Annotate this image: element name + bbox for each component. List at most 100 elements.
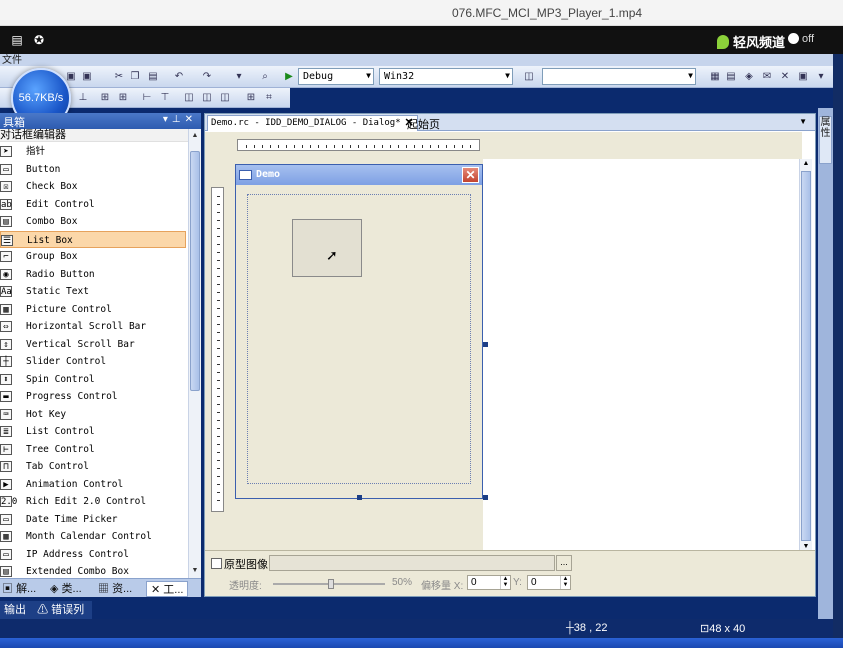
solution-explorer-icon[interactable]: ▦ bbox=[708, 70, 722, 84]
toolbox-item[interactable]: ☰ List Box bbox=[0, 230, 186, 248]
menu-fragment[interactable]: 文件 bbox=[2, 54, 22, 66]
overflow-icon[interactable]: ▾ bbox=[814, 70, 828, 84]
offset-x-spinner[interactable]: 0 ▲ ▼ bbox=[467, 575, 511, 590]
browse-button[interactable]: ... bbox=[556, 555, 572, 571]
same-width-icon[interactable]: ◫ bbox=[182, 91, 196, 105]
scroll-up-icon[interactable]: ▲ bbox=[801, 159, 811, 169]
close-icon[interactable]: ✕ bbox=[185, 114, 197, 125]
config-select[interactable]: Debug ▼ bbox=[298, 68, 374, 85]
space-across-icon[interactable]: ⊢ bbox=[140, 91, 154, 105]
toolbox-item[interactable]: ⇕ Vertical Scroll Bar bbox=[0, 336, 186, 353]
start-page-icon[interactable]: ▣ bbox=[796, 70, 810, 84]
toolbox-item[interactable]: ⇔ Horizontal Scroll Bar bbox=[0, 318, 186, 335]
tab-output[interactable]: 输出 bbox=[4, 604, 26, 616]
light-toggle[interactable]: off bbox=[788, 33, 814, 45]
toolbox-item[interactable]: ◉ Radio Button bbox=[0, 266, 186, 283]
ruler-tick bbox=[217, 316, 220, 317]
tab-start-page[interactable]: 起始页 bbox=[407, 116, 440, 132]
tab-demo-dialog[interactable]: Demo.rc - IDD_DEMO_DIALOG - Dialog* ✕ bbox=[207, 115, 418, 131]
tab-class[interactable]: ◈ 类... bbox=[50, 581, 82, 597]
toolbox-scrollbar[interactable]: ▲ ▼ bbox=[188, 129, 201, 578]
resize-handle-right[interactable] bbox=[483, 342, 488, 347]
slider-knob[interactable] bbox=[328, 579, 334, 589]
toolbox-item[interactable]: ▭ Date Time Picker bbox=[0, 511, 186, 528]
offset-y-spinner[interactable]: 0 ▲ ▼ bbox=[527, 575, 571, 590]
vertical-ruler[interactable] bbox=[211, 187, 224, 512]
pin-icon[interactable]: ⊥ bbox=[172, 114, 185, 125]
paste-icon[interactable]: ▤ bbox=[146, 70, 160, 84]
toolbox-item[interactable]: ┼ Slider Control bbox=[0, 353, 186, 370]
transparency-slider[interactable] bbox=[273, 579, 385, 589]
center-vertical-icon[interactable]: ⊞ bbox=[98, 91, 112, 105]
toolbox-item[interactable]: ⌐ Group Box bbox=[0, 248, 186, 265]
cut-icon[interactable]: ✂ bbox=[112, 70, 126, 84]
scroll-thumb[interactable] bbox=[801, 171, 811, 541]
tab-properties[interactable]: 属性 bbox=[819, 116, 832, 164]
object-browser-icon[interactable]: ◈ bbox=[742, 70, 756, 84]
tools-icon[interactable]: ✕ bbox=[778, 70, 792, 84]
find-combo[interactable]: ▼ bbox=[542, 68, 696, 85]
scroll-down-icon[interactable]: ▼ bbox=[190, 566, 200, 576]
resize-handle-corner[interactable] bbox=[483, 495, 488, 500]
tab-toolbox[interactable]: ✕ 工... bbox=[146, 581, 189, 597]
toolbox-item[interactable]: ▶ Animation Control bbox=[0, 476, 186, 493]
toolbox-item[interactable]: ▬ Progress Control bbox=[0, 388, 186, 405]
toolbox-item[interactable]: ab Edit Control bbox=[0, 196, 186, 213]
align-bottom-icon[interactable]: ⊥ bbox=[76, 91, 90, 105]
find-icon[interactable]: ⌕ bbox=[258, 70, 272, 84]
space-down-icon[interactable]: ⊤ bbox=[158, 91, 172, 105]
copy-icon[interactable]: ❐ bbox=[128, 70, 142, 84]
save-all-icon[interactable]: ▣ bbox=[80, 70, 94, 84]
navigate-icon[interactable]: ▾ bbox=[232, 70, 246, 84]
tab-list-icon[interactable]: ▼ bbox=[799, 117, 807, 126]
toolbox-item[interactable]: ☒ Check Box bbox=[0, 178, 186, 195]
start-debug-icon[interactable]: ▶ bbox=[282, 70, 296, 84]
prototype-image-path[interactable] bbox=[269, 555, 555, 571]
scroll-up-icon[interactable]: ▲ bbox=[190, 131, 200, 141]
dialog-title-bar[interactable]: Demo bbox=[236, 165, 482, 185]
toolbox-item[interactable]: ➤ 指针 bbox=[0, 143, 186, 160]
toolbox-item[interactable]: ▤ Combo Box bbox=[0, 213, 186, 230]
spin-arrows-icon[interactable]: ▲ ▼ bbox=[560, 576, 570, 589]
prototype-image-checkbox[interactable] bbox=[211, 558, 222, 569]
toggle-grid-icon[interactable]: ⊞ bbox=[244, 91, 258, 105]
resize-handle-bottom[interactable] bbox=[357, 495, 362, 500]
design-surface[interactable]: Demo ✕ ➚ bbox=[205, 132, 802, 551]
toolbox-item[interactable]: 2.0 Rich Edit 2.0 Control bbox=[0, 493, 186, 510]
scroll-thumb[interactable] bbox=[190, 151, 200, 391]
toolbox-item[interactable]: ▦ Month Calendar Control bbox=[0, 528, 186, 545]
find-in-files-icon[interactable]: ◫ bbox=[522, 70, 536, 84]
toolbox-item[interactable]: ▦ Picture Control bbox=[0, 301, 186, 318]
toggle-guides-icon[interactable]: ⌗ bbox=[262, 91, 276, 105]
properties-icon[interactable]: ▤ bbox=[724, 70, 738, 84]
toolbox-item[interactable]: ⬍ Spin Control bbox=[0, 371, 186, 388]
toolbox-item[interactable]: ⊢ Tree Control bbox=[0, 441, 186, 458]
editor-vscrollbar[interactable]: ▲ ▼ bbox=[799, 159, 812, 552]
tab-solution[interactable]: ▣ 解... bbox=[2, 581, 36, 597]
demo-dialog[interactable]: Demo ✕ ➚ bbox=[235, 164, 483, 499]
same-size-icon[interactable]: ◫ bbox=[218, 91, 232, 105]
menu-icon[interactable]: ▤ bbox=[10, 33, 24, 47]
same-height-icon[interactable]: ◫ bbox=[200, 91, 214, 105]
redo-icon[interactable]: ↷ bbox=[200, 70, 214, 84]
toolbox-item[interactable]: ⊓ Tab Control bbox=[0, 458, 186, 475]
toolbox-panel: 具箱 ▾⊥✕ 对话框编辑器 ➤ 指针 ▭ Button ☒ Check Box ab Edit… bbox=[0, 113, 201, 578]
toolbox-category[interactable]: 对话框编辑器 bbox=[0, 129, 188, 142]
spin-arrows-icon[interactable]: ▲ ▼ bbox=[500, 576, 510, 589]
dialog-close-icon[interactable]: ✕ bbox=[462, 167, 479, 183]
toolbox-icon[interactable]: ✉ bbox=[760, 70, 774, 84]
dropdown-icon[interactable]: ▾ bbox=[163, 114, 172, 125]
bulb-icon[interactable]: ✪ bbox=[32, 33, 46, 47]
horizontal-ruler[interactable] bbox=[237, 139, 480, 151]
toolbox-item[interactable]: ▤ Extended Combo Box bbox=[0, 563, 186, 578]
toolbox-item[interactable]: Aa Static Text bbox=[0, 283, 186, 300]
toolbox-item[interactable]: ⌨ Hot Key bbox=[0, 406, 186, 423]
tab-resource[interactable]: ▦ 资... bbox=[98, 581, 132, 597]
center-horizontal-icon[interactable]: ⊞ bbox=[116, 91, 130, 105]
toolbox-item[interactable]: ▭ Button bbox=[0, 161, 186, 178]
platform-select[interactable]: Win32 ▼ bbox=[379, 68, 513, 85]
undo-icon[interactable]: ↶ bbox=[172, 70, 186, 84]
toolbox-item[interactable]: ≣ List Control bbox=[0, 423, 186, 440]
ruler-tick bbox=[334, 145, 335, 148]
toolbox-item[interactable]: ▭ IP Address Control bbox=[0, 546, 186, 563]
